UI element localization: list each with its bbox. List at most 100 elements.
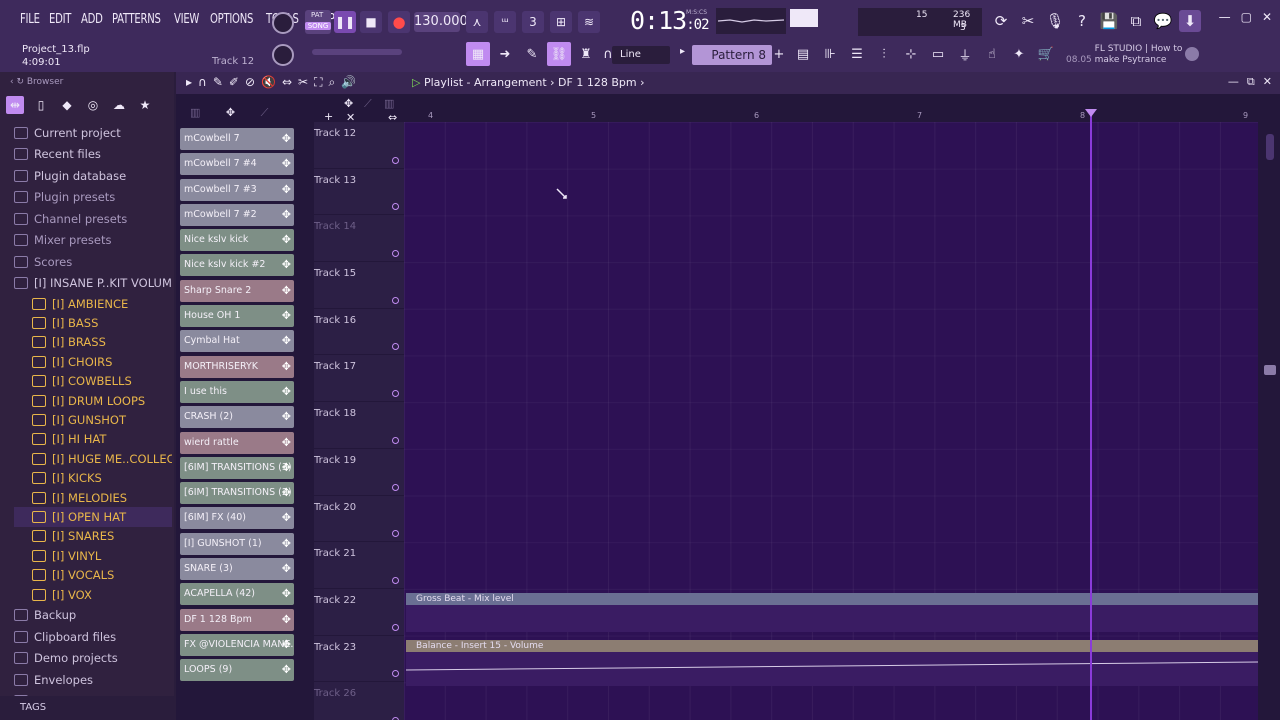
clip-source[interactable]: I use this ✥ <box>180 380 294 403</box>
track-mute-icon[interactable] <box>392 343 399 351</box>
paint-icon[interactable]: ✐ <box>229 75 239 90</box>
browser-item[interactable]: Plugin presets <box>14 187 172 209</box>
pattern-selector[interactable]: Pattern 8 <box>692 45 772 65</box>
download-icon[interactable]: ⬇ <box>1179 10 1201 32</box>
online-tab-icon[interactable]: ◎ <box>84 96 102 114</box>
clip-source[interactable]: LOOPS (9) ✥ <box>180 659 294 682</box>
browser-item[interactable]: [I] VOCALS <box>14 565 172 584</box>
browser-item[interactable]: [I] VINYL <box>14 546 172 565</box>
clip-source[interactable]: Sharp Snare 2 ✥ <box>180 279 294 302</box>
pattern-nav-icon[interactable]: ▸ <box>680 46 685 57</box>
browser-item[interactable]: [I] VOX <box>14 585 172 604</box>
menu-item-edit[interactable]: EDIT <box>49 12 71 27</box>
curve-icon[interactable]: ⟋ <box>364 97 372 111</box>
drag-clip-icon[interactable]: ✥ <box>282 153 291 175</box>
browser-item[interactable]: [I] MELODIES <box>14 488 172 507</box>
drag-clip-icon[interactable]: ✥ <box>282 659 291 681</box>
drag-clip-icon[interactable]: ✥ <box>282 558 291 580</box>
link-icon[interactable]: ⛓ <box>547 42 571 66</box>
clip-source[interactable]: CRASH (2) ✥ <box>180 406 294 429</box>
track-mute-icon[interactable] <box>392 623 399 631</box>
piano-roll-icon[interactable]: ▦ <box>466 42 490 66</box>
clip-source[interactable]: [6IM] FX (40) ✥ <box>180 507 294 530</box>
move-icon[interactable]: ✥ <box>344 97 353 110</box>
drag-clip-icon[interactable]: ✥ <box>282 179 291 201</box>
touch-icon[interactable]: ☝ <box>980 42 1004 66</box>
track-mute-icon[interactable] <box>392 670 399 678</box>
delete-icon[interactable]: ⊘ <box>245 75 255 90</box>
microphone-icon[interactable]: 🎙 <box>1044 10 1066 32</box>
clip-source[interactable]: [I] GUNSHOT (1) ✥ <box>180 532 294 555</box>
browser-item[interactable]: Recent files <box>14 144 172 166</box>
magnet-snap-icon[interactable]: ∩ <box>198 75 207 90</box>
menu-item-patterns[interactable]: PATTERNS <box>112 12 161 27</box>
clip-source[interactable]: mCowbell 7 #2 ✥ <box>180 203 294 226</box>
zoom-handle-icon[interactable] <box>1264 365 1276 375</box>
plugin-picker-icon[interactable]: ⊹ <box>899 42 923 66</box>
timeline-ruler[interactable]: 456789 <box>404 110 1258 122</box>
metronome-icon[interactable]: ⋏ <box>466 11 488 33</box>
track-header[interactable]: Track 13 <box>314 169 404 216</box>
drag-clip-icon[interactable]: ✥ <box>282 507 291 529</box>
browser-item[interactable]: Demo projects <box>14 647 172 669</box>
plug-icon[interactable]: ⏚ <box>953 42 977 66</box>
favorites-tab-icon[interactable]: ★ <box>136 96 154 114</box>
step-edit-icon[interactable]: ⊞ <box>550 11 572 33</box>
tempo-display[interactable]: 130.000 <box>414 12 468 32</box>
vertical-scrollbar[interactable] <box>1260 122 1280 720</box>
clip-source[interactable]: FX @VIOLENCIA MANE... ✥ <box>180 633 294 656</box>
browser-item[interactable]: [I] COWBELLS <box>14 372 172 391</box>
drag-clip-icon[interactable]: ✥ <box>282 381 291 403</box>
snap-select[interactable]: Line <box>612 46 670 64</box>
browser-item[interactable]: Envelopes <box>14 669 172 691</box>
stop-button[interactable]: ■ <box>360 11 382 33</box>
playback-icon[interactable]: 🔊 <box>341 75 356 90</box>
clip-source[interactable]: ACAPELLA (42) ✥ <box>180 583 294 606</box>
channel-rack-icon[interactable]: ⊪ <box>818 42 842 66</box>
clip-source[interactable]: Nice kslv kick ✥ <box>180 229 294 252</box>
menu-item-file[interactable]: FILE <box>20 12 40 27</box>
slice-icon[interactable]: ✂ <box>298 75 308 90</box>
minimize-icon[interactable]: — <box>1219 10 1231 24</box>
drag-clip-icon[interactable]: ✥ <box>282 457 291 479</box>
record-button[interactable]: ● <box>388 11 410 33</box>
automation-clip[interactable]: Gross Beat - Mix level <box>406 593 1258 605</box>
clip-source[interactable]: Nice kslv kick #2 ✥ <box>180 254 294 277</box>
drag-clip-icon[interactable]: ✥ <box>282 229 291 251</box>
close-icon[interactable]: ✕ <box>1262 10 1272 24</box>
cloud-tab-icon[interactable]: ☁ <box>110 96 128 114</box>
clip-source[interactable]: SNARE (3) ✥ <box>180 558 294 581</box>
all-tab-icon[interactable]: ⇹ <box>6 96 24 114</box>
news-panel[interactable]: 08.05 FL STUDIO | How to make Psytrance <box>1066 44 1205 66</box>
drag-clip-icon[interactable]: ✥ <box>282 280 291 302</box>
master-pitch-slider[interactable] <box>312 49 402 55</box>
clip-source[interactable]: [6IM] TRANSITIONS (2) ✥ <box>180 482 294 505</box>
playlist-restore-icon[interactable]: ⧉ <box>1247 75 1255 89</box>
automation-clip-body[interactable] <box>405 652 1259 686</box>
clip-source[interactable]: mCowbell 7 #3 ✥ <box>180 178 294 201</box>
plugin-icon[interactable]: ⧉ <box>1125 10 1147 32</box>
track-mute-icon[interactable] <box>392 250 399 258</box>
drag-clip-icon[interactable]: ✥ <box>282 305 291 327</box>
pat-song-toggle[interactable]: PAT SONG <box>305 10 331 34</box>
track-header[interactable]: Track 14 <box>314 215 404 263</box>
arrow-icon[interactable]: ➜ <box>493 42 517 66</box>
chat-icon[interactable]: 💬 <box>1152 10 1174 32</box>
browser-item[interactable]: Current project <box>14 122 172 144</box>
track-header[interactable]: Track 21 <box>314 542 404 589</box>
browser-item[interactable]: [I] SNARES <box>14 527 172 546</box>
drag-clip-icon[interactable]: ✥ <box>282 432 291 454</box>
clip-source[interactable]: wierd rattle ✥ <box>180 431 294 454</box>
drag-clip-icon[interactable]: ✥ <box>282 482 291 504</box>
browser-item[interactable]: Backup <box>14 604 172 626</box>
browser-item[interactable]: [I] OPEN HAT <box>14 507 172 527</box>
drag-clip-icon[interactable]: ✥ <box>282 204 291 226</box>
shop-icon[interactable]: 🛒 <box>1034 42 1058 66</box>
clip-source[interactable]: House OH 1 ✥ <box>180 305 294 328</box>
plugins-tab-icon[interactable]: ◆ <box>58 96 76 114</box>
clip-source[interactable]: MORTHRISERYK ✥ <box>180 355 294 378</box>
browser-item[interactable]: [I] CHOIRS <box>14 352 172 371</box>
track-header[interactable]: Track 26 <box>314 682 404 720</box>
countdown-icon[interactable]: 3 <box>522 11 544 33</box>
audio-move-icon[interactable]: ✥ <box>226 106 235 119</box>
